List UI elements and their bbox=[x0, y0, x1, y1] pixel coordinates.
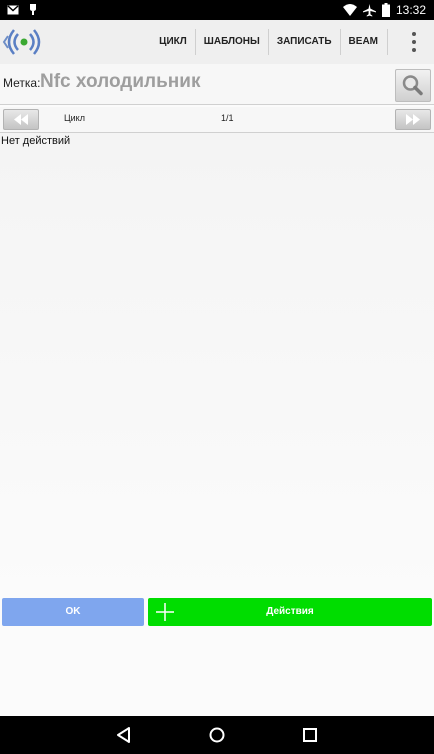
battery-icon bbox=[381, 3, 390, 17]
fast-forward-icon bbox=[406, 114, 420, 125]
menu-beam[interactable]: BEAM bbox=[341, 20, 386, 64]
tag-name[interactable]: Nfc холодильник bbox=[40, 71, 200, 93]
previous-button[interactable] bbox=[3, 109, 39, 130]
app-logo[interactable] bbox=[2, 22, 46, 62]
ok-button[interactable]: OK bbox=[2, 598, 144, 626]
overflow-menu-icon[interactable] bbox=[410, 32, 418, 52]
wifi-icon bbox=[342, 4, 357, 16]
clock: 13:32 bbox=[395, 3, 426, 17]
nfc-logo-icon bbox=[2, 29, 41, 55]
menu-templates[interactable]: ШАБЛОНЫ bbox=[196, 20, 268, 64]
cycle-label: Цикл bbox=[64, 113, 85, 123]
airplane-icon bbox=[362, 3, 376, 17]
action-menu: ЦИКЛ ШАБЛОНЫ ЗАПИСАТЬ BEAM bbox=[151, 20, 386, 64]
actions-list bbox=[0, 133, 434, 595]
home-icon[interactable] bbox=[207, 725, 227, 745]
menu-write[interactable]: ЗАПИСАТЬ bbox=[269, 20, 340, 64]
actions-button[interactable]: Действия bbox=[148, 598, 432, 626]
ok-button-label: OK bbox=[65, 606, 81, 617]
system-nav-bar bbox=[0, 716, 434, 754]
empty-state-text: Нет действий bbox=[1, 135, 71, 147]
rewind-icon bbox=[14, 114, 28, 125]
recents-icon[interactable] bbox=[300, 725, 320, 745]
back-icon[interactable] bbox=[114, 725, 134, 745]
gmail-icon bbox=[7, 5, 19, 15]
next-button[interactable] bbox=[395, 109, 431, 130]
tag-label: Метка: bbox=[3, 76, 41, 90]
actions-button-label: Действия bbox=[266, 606, 314, 617]
plus-icon bbox=[156, 603, 174, 621]
page-indicator: 1/1 bbox=[221, 113, 234, 123]
action-bar: ЦИКЛ ШАБЛОНЫ ЗАПИСАТЬ BEAM bbox=[0, 20, 434, 65]
tag-row: Метка: Nfc холодильник bbox=[0, 64, 434, 105]
menu-divider bbox=[387, 29, 388, 55]
magnifier-icon bbox=[402, 75, 423, 96]
status-bar: 13:32 bbox=[0, 0, 434, 20]
android-debug-icon bbox=[30, 4, 36, 15]
menu-cycle[interactable]: ЦИКЛ bbox=[151, 20, 195, 64]
cycle-navigation: Цикл 1/1 bbox=[0, 107, 434, 133]
search-button[interactable] bbox=[395, 69, 431, 102]
